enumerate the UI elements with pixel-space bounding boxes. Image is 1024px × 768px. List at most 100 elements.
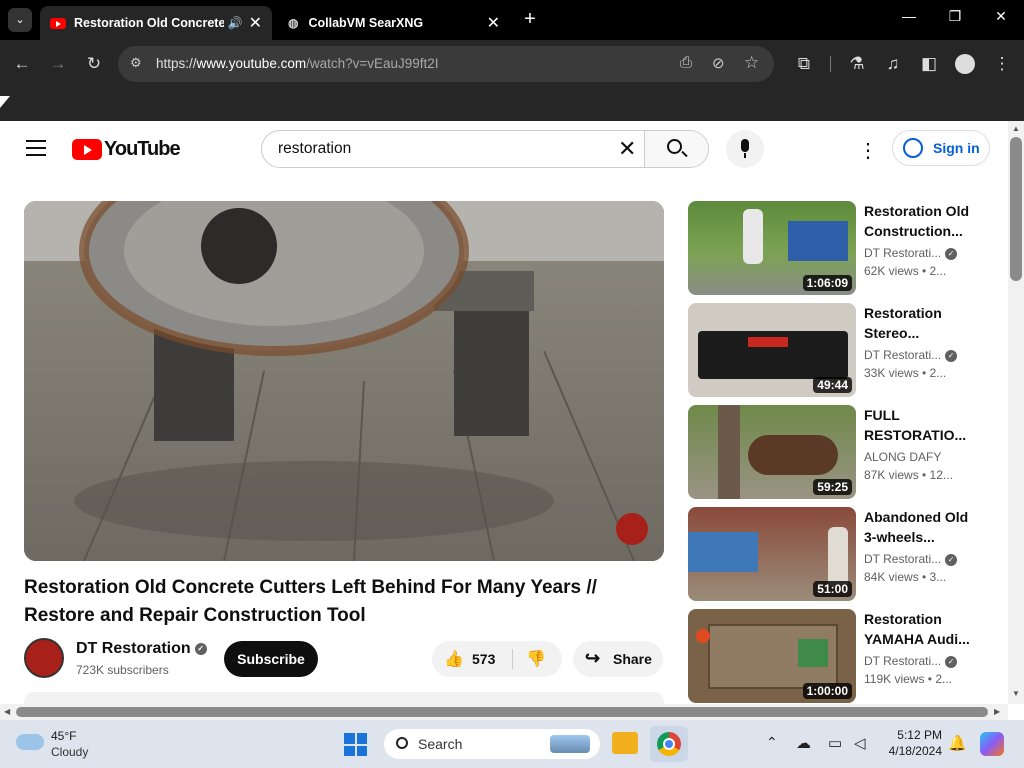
- recommendation-channel: DT Restorati... ✓: [864, 348, 958, 362]
- menu-kebab-icon[interactable]: ⋮: [990, 52, 1014, 76]
- copilot-icon[interactable]: [980, 732, 1004, 756]
- tab-title: CollabVM SearXNG: [308, 16, 424, 30]
- guide-menu-icon[interactable]: [26, 140, 46, 156]
- bookmark-bar: [0, 88, 1024, 121]
- recommendation-title: FULL RESTORATIO...: [864, 407, 967, 443]
- recommendation-title: Abandoned Old 3-wheels...: [864, 509, 969, 545]
- tab-search-dropdown[interactable]: ⌄: [8, 8, 32, 32]
- close-window-button[interactable]: ✕: [986, 8, 1016, 25]
- minimize-button[interactable]: —: [894, 8, 924, 24]
- vertical-scroll-thumb[interactable]: [1010, 137, 1022, 281]
- recommendation-item[interactable]: 51:00 Abandoned Old 3-wheels... DT Resto…: [688, 507, 988, 601]
- clock[interactable]: 5:12 PM 4/18/2024: [884, 728, 942, 758]
- profile-icon[interactable]: [953, 52, 977, 76]
- speaker-icon[interactable]: 🔊: [228, 16, 243, 30]
- new-tab-button[interactable]: +: [518, 8, 542, 32]
- weather-widget[interactable]: 45°F Cloudy: [16, 728, 116, 760]
- search-icon: [396, 737, 408, 749]
- notification-bell-icon[interactable]: 🔔: [948, 734, 967, 752]
- eye-off-icon[interactable]: ⊘: [712, 54, 725, 72]
- verified-badge-icon: ✓: [194, 642, 207, 655]
- side-panel-icon[interactable]: ◧: [917, 52, 941, 76]
- display-icon[interactable]: ▭: [828, 734, 842, 752]
- channel-avatar[interactable]: [24, 638, 64, 678]
- bookmark-star-icon[interactable]: ☆: [744, 53, 759, 73]
- microphone-icon: [741, 139, 749, 152]
- duration-badge: 1:00:00: [802, 683, 852, 699]
- scroll-left-arrow[interactable]: ◀: [4, 707, 10, 716]
- youtube-header: YouTube ✕ ⋮ Sign in: [0, 121, 1008, 177]
- windows-start-icon[interactable]: [344, 733, 367, 756]
- recommendation-item[interactable]: 59:25 FULL RESTORATIO... ALONG DAFY 87K …: [688, 405, 988, 499]
- youtube-favicon-icon: [50, 17, 66, 29]
- close-tab-icon[interactable]: ✕: [249, 13, 262, 33]
- chevron-down-icon: ⌄: [15, 14, 25, 26]
- video-title: Restoration Old Concrete Cutters Left Be…: [24, 577, 597, 626]
- thumbnail: 51:00: [688, 507, 856, 601]
- tab-searxng[interactable]: ◍ CollabVM SearXNG ✕: [278, 6, 510, 40]
- channel-name[interactable]: DT Restoration ✓: [76, 640, 207, 658]
- taskbar-search[interactable]: Search: [384, 729, 600, 759]
- recommendation-title: Restoration Old Construction...: [864, 203, 970, 239]
- horizontal-scrollbar[interactable]: ◀ ▶: [0, 704, 1008, 720]
- description-box[interactable]: [24, 692, 664, 704]
- flask-icon[interactable]: ⚗: [845, 52, 869, 76]
- scroll-up-arrow[interactable]: ▲: [1012, 124, 1020, 133]
- recommendation-meta: 87K views • 12...: [864, 468, 953, 482]
- video-player[interactable]: [24, 201, 664, 561]
- address-bar[interactable]: ⚙ https://www.youtube.com/watch?v=vEauJ9…: [118, 46, 774, 82]
- volume-icon[interactable]: ◁: [854, 734, 866, 752]
- forward-icon[interactable]: →: [46, 52, 70, 76]
- search-button[interactable]: [644, 131, 708, 167]
- recommendation-item[interactable]: 1:00:00 Restoration YAMAHA Audi... DT Re…: [688, 609, 988, 703]
- url-text[interactable]: https://www.youtube.com/watch?v=vEauJ99f…: [156, 56, 439, 71]
- media-controls-icon[interactable]: ♫: [881, 52, 905, 76]
- search-highlight-image: [550, 735, 590, 753]
- file-explorer-icon[interactable]: [612, 732, 638, 754]
- subscribe-button[interactable]: Subscribe: [224, 641, 318, 677]
- recommendation-meta: 62K views • 2...: [864, 264, 947, 278]
- back-icon[interactable]: ←: [10, 52, 34, 76]
- chevron-up-icon[interactable]: ⌃: [766, 734, 778, 751]
- duration-badge: 59:25: [813, 479, 852, 495]
- network-off-icon[interactable]: ☁: [796, 734, 811, 752]
- youtube-play-icon: [72, 138, 102, 160]
- tab-youtube[interactable]: Restoration Old Concrete C 🔊 ✕: [40, 6, 272, 40]
- voice-search-button[interactable]: [726, 130, 764, 168]
- reload-icon[interactable]: ↻: [82, 52, 106, 76]
- clock-time: 5:12 PM: [897, 728, 942, 742]
- recommendation-channel: DT Restorati... ✓: [864, 246, 958, 260]
- extensions-icon[interactable]: ⧉: [792, 52, 816, 76]
- duration-badge: 49:44: [813, 377, 852, 393]
- chrome-taskbar-icon[interactable]: [650, 726, 688, 762]
- recommendation-title: Restoration YAMAHA Audi...: [864, 611, 970, 647]
- clear-search-icon[interactable]: ✕: [618, 136, 636, 162]
- scroll-down-arrow[interactable]: ▼: [1012, 689, 1020, 698]
- clock-date: 4/18/2024: [888, 744, 942, 758]
- recommendation-item[interactable]: 49:44 Restoration Stereo... DT Restorati…: [688, 303, 988, 397]
- thumbnail: 1:00:00: [688, 609, 856, 703]
- dislike-button[interactable]: 👎: [526, 649, 546, 669]
- recommendation-item[interactable]: 1:06:09 Restoration Old Construction... …: [688, 201, 988, 295]
- restore-button[interactable]: ❐: [940, 8, 970, 25]
- youtube-logo[interactable]: YouTube: [72, 137, 181, 160]
- install-app-icon[interactable]: ⎙: [680, 54, 692, 71]
- windows-taskbar: 45°F Cloudy Search ⌃ ☁ ▭ ◁ 5:12 PM 4/18/…: [0, 720, 1024, 768]
- search-input[interactable]: [278, 140, 608, 158]
- recommendation-meta: 33K views • 2...: [864, 366, 947, 380]
- like-button[interactable]: 👍: [444, 649, 464, 669]
- like-count: 573: [472, 651, 496, 667]
- like-dislike-group: 👍 573 👎: [432, 641, 562, 677]
- vertical-scrollbar[interactable]: ▲ ▼: [1008, 121, 1024, 704]
- tab-title: Restoration Old Concrete C: [74, 16, 224, 30]
- sign-in-button[interactable]: Sign in: [892, 130, 990, 166]
- globe-icon: ◍: [288, 16, 299, 30]
- scroll-right-arrow[interactable]: ▶: [994, 707, 1000, 716]
- close-tab-icon[interactable]: ✕: [487, 13, 500, 33]
- settings-kebab-icon[interactable]: ⋮: [858, 138, 878, 163]
- account-circle-icon: [903, 138, 923, 158]
- site-info-icon[interactable]: ⚙: [130, 55, 142, 71]
- horizontal-scroll-thumb[interactable]: [16, 707, 988, 717]
- youtube-wordmark: YouTube: [104, 137, 181, 160]
- share-button[interactable]: ↪ Share: [573, 641, 663, 677]
